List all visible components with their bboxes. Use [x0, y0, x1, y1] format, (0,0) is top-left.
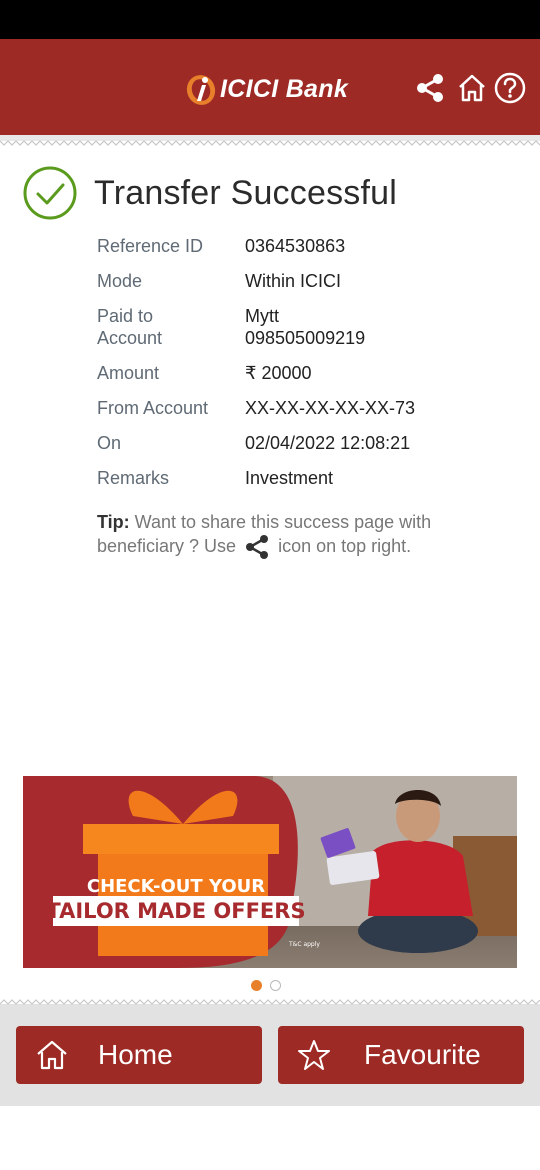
detail-value: ₹ 20000 [245, 363, 312, 383]
star-icon [298, 1040, 330, 1070]
tip-label: Tip: [97, 512, 130, 532]
banner-fine-print: T&C apply [288, 941, 320, 948]
favourite-button-label: Favourite [364, 1039, 481, 1070]
banner-line2: TAILOR MADE OFFERS [46, 899, 305, 923]
detail-row-remarks: Remarks Investment [97, 467, 517, 489]
detail-row-mode: Mode Within ICICI [97, 270, 517, 292]
offers-banner-art: CHECK-OUT YOUR TAILOR MADE OFFERS T&C ap… [23, 776, 517, 968]
favourite-button[interactable]: Favourite [278, 1026, 524, 1084]
detail-value: Investment [245, 468, 334, 488]
share-tip: Tip: Want to share this success page wit… [97, 511, 477, 560]
help-icon[interactable] [493, 71, 527, 105]
home-button-label: Home [98, 1039, 173, 1070]
status-bar [0, 0, 540, 39]
logo-text-bank: Bank [278, 74, 349, 103]
logo-text-icici: ICICI [220, 74, 279, 103]
transfer-details: Reference ID 0364530863 Mode Within ICIC… [97, 235, 517, 489]
success-header: Transfer Successful [22, 165, 397, 221]
detail-row-on: On 02/04/2022 12:08:21 [97, 432, 517, 454]
home-icon[interactable] [455, 71, 489, 105]
detail-value: XX-XX-XX-XX-XX-73 [245, 398, 416, 418]
carousel-dot-active[interactable] [251, 980, 262, 991]
top-divider [0, 135, 540, 146]
logo-text: ICICI Bank [220, 75, 348, 104]
icici-logo: ICICI Bank [184, 69, 348, 109]
detail-label: Amount [97, 363, 160, 383]
detail-row-reference-id: Reference ID 0364530863 [97, 235, 517, 257]
bottom-divider [0, 999, 540, 1010]
share-icon[interactable] [413, 71, 447, 105]
check-circle-icon [23, 166, 77, 220]
carousel-dots [251, 980, 281, 991]
detail-row-amount: Amount ₹ 20000 [97, 362, 517, 384]
share-icon [243, 534, 271, 560]
detail-label: On [97, 433, 122, 453]
detail-label: Mode [97, 271, 143, 291]
detail-label: Remarks [97, 468, 170, 488]
detail-value: Within ICICI [245, 271, 342, 291]
detail-value: 02/04/2022 12:08:21 [245, 433, 411, 453]
detail-row-from-account: From Account XX-XX-XX-XX-XX-73 [97, 397, 517, 419]
page-title: Transfer Successful [94, 173, 397, 212]
detail-value: 0364530863 [245, 236, 346, 256]
icici-logo-mark [184, 71, 218, 107]
detail-value: Mytt 098505009219 [245, 306, 366, 348]
app-header: ICICI Bank [0, 39, 540, 135]
detail-label: Paid to Account [97, 306, 163, 348]
detail-row-paid-to: Paid to Account Mytt 098505009219 [97, 305, 517, 349]
detail-label: Reference ID [97, 236, 204, 256]
carousel-dot[interactable] [270, 980, 281, 991]
banner-line1: CHECK-OUT YOUR [87, 876, 265, 897]
home-icon [37, 1040, 67, 1070]
offers-banner[interactable]: CHECK-OUT YOUR TAILOR MADE OFFERS T&C ap… [23, 776, 517, 968]
tip-text-after: icon on top right. [273, 535, 412, 556]
detail-label: From Account [97, 398, 209, 418]
home-button[interactable]: Home [16, 1026, 262, 1084]
